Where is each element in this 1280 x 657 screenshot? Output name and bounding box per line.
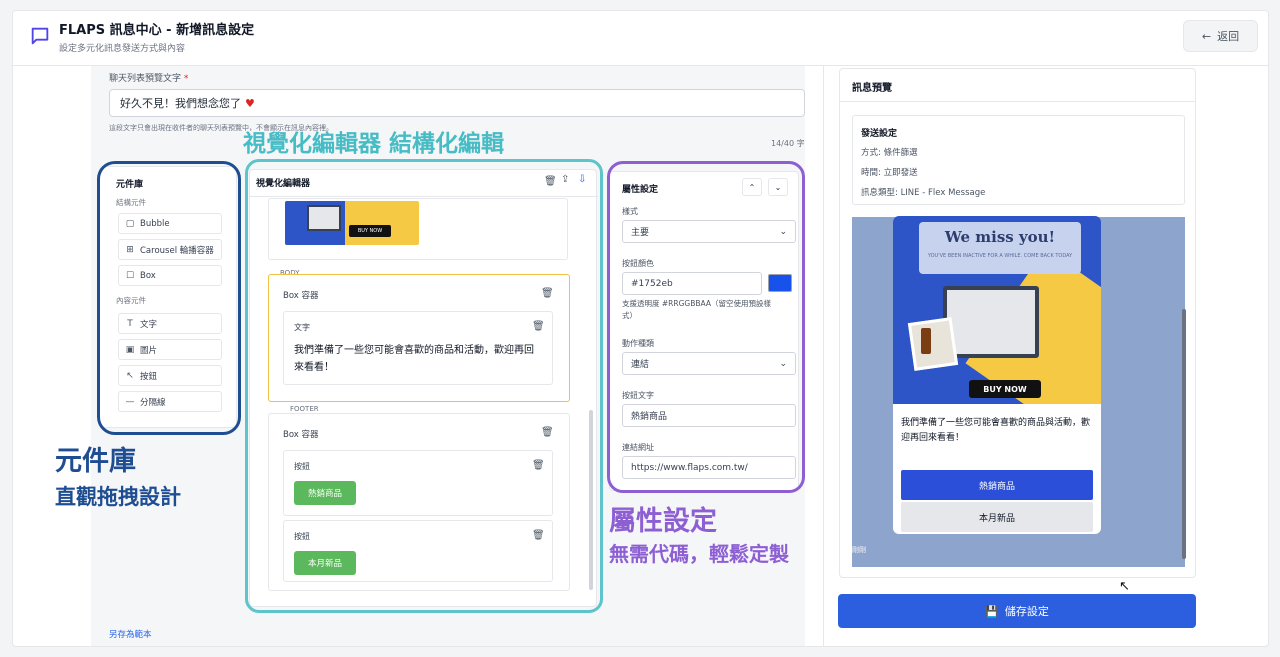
save-icon: 💾: [985, 604, 999, 618]
preview-scrollbar[interactable]: [1182, 309, 1186, 559]
mouse-cursor-icon: ↖: [1119, 579, 1130, 594]
banner-title: We miss you!: [944, 228, 1056, 246]
hero-banner: We miss you! YOU'VE BEEN INACTIVE FOR A …: [893, 216, 1101, 404]
flex-new-products-button[interactable]: 本月新品: [901, 502, 1093, 532]
properties-highlight: [607, 161, 805, 493]
banner-subtitle: YOU'VE BEEN INACTIVE FOR A WHILE. COME B…: [927, 253, 1073, 259]
flex-body-text: 我們準備了一些您可能會喜歡的商品與活動，歡迎再回來看看！: [901, 418, 1091, 443]
annotation-library-sub: 直觀拖拽設計: [55, 485, 181, 509]
save-template-link[interactable]: 另存為範本: [109, 628, 152, 640]
page-title: FLAPS 訊息中心 - 新增訊息設定: [59, 23, 255, 38]
send-settings-card: 發送設定 方式: 條件篩選 時間: 立即發送 訊息類型: LINE - Flex…: [852, 115, 1185, 205]
annotation-library-title: 元件庫: [55, 446, 136, 477]
annotation-props-title: 屬性設定: [609, 506, 717, 537]
arrow-left-icon: ←: [1201, 29, 1212, 43]
message-icon: [31, 27, 49, 45]
timestamp: 剛剛: [852, 546, 866, 554]
save-settings-button[interactable]: 💾 儲存設定: [838, 594, 1196, 628]
tablet-image: [943, 286, 1039, 358]
preview-text-label: 聊天列表預覽文字 *: [109, 74, 189, 84]
preview-title: 訊息預覽: [852, 83, 892, 94]
flex-message-card: We miss you! YOU'VE BEEN INACTIVE FOR A …: [893, 216, 1101, 534]
page-header: FLAPS 訊息中心 - 新增訊息設定 設定多元化訊息發送方式與內容 ← 返回: [13, 11, 1268, 66]
back-button[interactable]: ← 返回: [1183, 20, 1258, 52]
page-subtitle: 設定多元化訊息發送方式與內容: [59, 44, 186, 54]
annotation-props-sub: 無需代碼，輕鬆定製: [609, 542, 789, 566]
preview-text-input[interactable]: 好久不見！我們想念您了 ♥: [109, 89, 805, 117]
heart-icon: ♥: [245, 96, 255, 110]
char-counter: 14/40 字: [771, 139, 805, 148]
flex-hot-products-button[interactable]: 熱銷商品: [901, 470, 1093, 500]
app-window: FLAPS 訊息中心 - 新增訊息設定 設定多元化訊息發送方式與內容 ← 返回 …: [12, 10, 1269, 647]
buy-now-badge: BUY NOW: [969, 380, 1041, 398]
annotation-visual-editor: 視覺化編輯器 結構化編輯: [243, 131, 505, 157]
library-highlight: [97, 161, 241, 435]
editor-highlight: [245, 159, 603, 613]
